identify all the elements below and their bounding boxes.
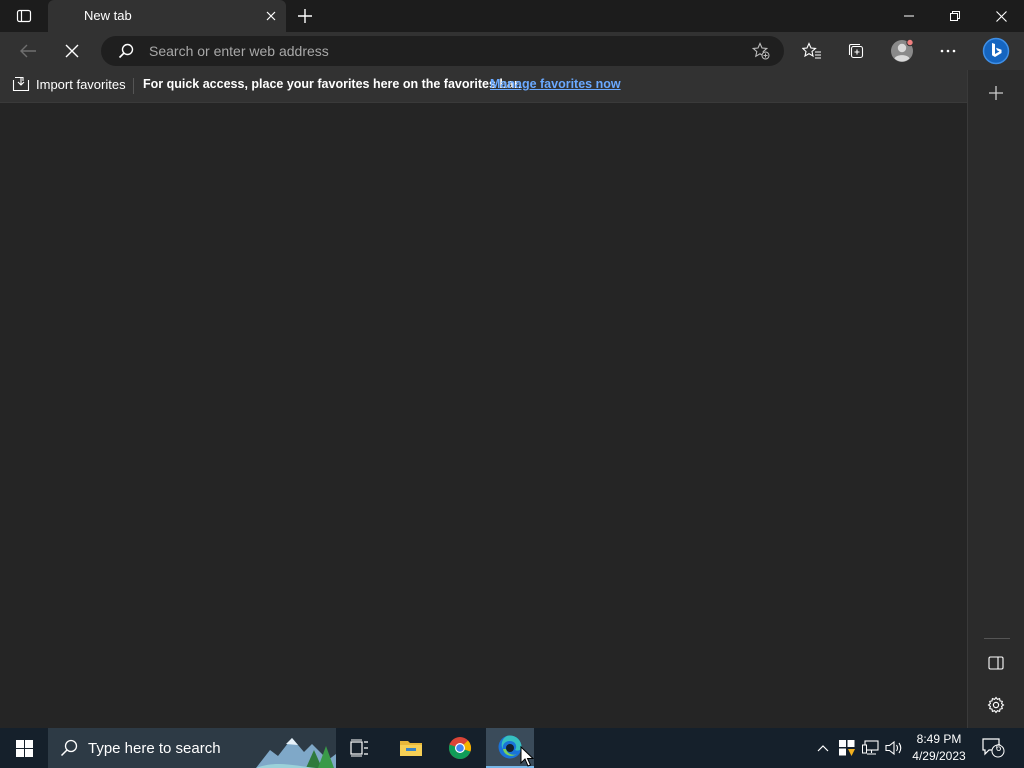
favorites-bar: Import favorites For quick access, place… — [0, 70, 968, 103]
start-button[interactable] — [0, 728, 48, 768]
taskbar-search-placeholder: Type here to search — [88, 740, 221, 757]
profile-button[interactable] — [887, 37, 917, 65]
task-view-button[interactable] — [336, 728, 384, 768]
favorites-bar-message: For quick access, place your favorites h… — [143, 77, 522, 91]
close-window-button[interactable] — [978, 0, 1024, 32]
sidebar-settings-button[interactable] — [981, 690, 1011, 720]
chrome-icon — [448, 737, 472, 760]
search-icon — [60, 739, 78, 757]
favorites-star-list-icon — [802, 42, 821, 59]
address-placeholder[interactable]: Search or enter web address — [149, 43, 329, 59]
edge-sidebar — [967, 70, 1024, 728]
search-highlight-landscape-icon — [256, 732, 336, 768]
close-icon — [266, 11, 276, 21]
network-icon — [862, 740, 879, 755]
clock-time: 8:49 PM — [916, 732, 962, 746]
minimize-icon — [904, 15, 914, 17]
security-tray-button[interactable] — [837, 738, 857, 758]
stop-icon — [65, 44, 79, 58]
tab-actions-button[interactable] — [0, 0, 48, 32]
restore-button[interactable] — [932, 0, 978, 32]
address-bar[interactable]: Search or enter web address — [101, 36, 784, 66]
show-hidden-icons-button[interactable] — [813, 738, 833, 758]
clock-date: 4/29/2023 — [912, 749, 966, 763]
speaker-icon — [885, 740, 902, 756]
plus-icon — [298, 9, 312, 23]
tab-actions-icon — [16, 9, 32, 23]
gear-icon — [987, 696, 1005, 714]
volume-tray-button[interactable] — [884, 738, 904, 758]
windows-logo-icon — [15, 739, 33, 757]
search-icon — [117, 42, 135, 60]
hide-sidebar-button[interactable] — [981, 648, 1011, 678]
chrome-button[interactable] — [436, 728, 484, 768]
manage-favorites-link[interactable]: Manage favorites now — [490, 77, 621, 91]
title-bar: New tab — [0, 0, 1024, 32]
windows-taskbar: Type here to search 8:49 PM 4/29/2023 6 — [0, 728, 1024, 768]
settings-and-more-button[interactable] — [933, 37, 963, 65]
star-add-icon — [752, 42, 770, 60]
folder-icon — [400, 741, 422, 756]
sidebar-divider — [984, 638, 1010, 639]
restore-icon — [950, 11, 960, 21]
sidebar-panel-icon — [988, 656, 1004, 670]
minimize-button[interactable] — [886, 0, 932, 32]
collections-icon — [848, 43, 864, 59]
clock[interactable]: 8:49 PM 4/29/2023 — [908, 731, 970, 765]
plus-icon — [989, 86, 1003, 100]
more-horizontal-icon — [940, 49, 956, 53]
import-favorites-label: Import favorites — [36, 76, 126, 92]
close-icon — [995, 10, 1007, 22]
mouse-cursor-icon — [520, 746, 534, 767]
network-tray-button[interactable] — [861, 738, 881, 758]
import-favorites-button[interactable]: Import favorites — [12, 76, 126, 92]
taskbar-search-box[interactable]: Type here to search — [48, 728, 336, 768]
avatar — [891, 38, 914, 62]
add-favorite-button[interactable] — [752, 42, 770, 60]
file-explorer-button[interactable] — [387, 728, 435, 768]
task-view-icon — [350, 739, 368, 757]
new-tab-button[interactable] — [292, 4, 318, 28]
close-tab-button[interactable] — [262, 7, 280, 25]
favorites-separator — [133, 78, 134, 94]
bing-chat-button[interactable] — [980, 37, 1012, 65]
bing-icon — [982, 37, 1010, 65]
chevron-up-icon — [817, 745, 829, 752]
page-content — [0, 103, 967, 728]
back-button[interactable] — [12, 35, 44, 67]
windows-security-icon — [839, 740, 855, 756]
favorites-button[interactable] — [797, 37, 827, 65]
notification-count-badge: 6 — [995, 743, 1002, 754]
collections-button[interactable] — [841, 37, 871, 65]
sidebar-add-button[interactable] — [981, 78, 1011, 108]
import-icon — [12, 76, 30, 92]
back-arrow-icon — [20, 44, 36, 58]
action-center-button[interactable]: 6 — [982, 737, 1006, 759]
stop-loading-button[interactable] — [56, 35, 88, 67]
tab-title: New tab — [84, 8, 132, 23]
tab-new-tab[interactable]: New tab — [48, 0, 286, 32]
